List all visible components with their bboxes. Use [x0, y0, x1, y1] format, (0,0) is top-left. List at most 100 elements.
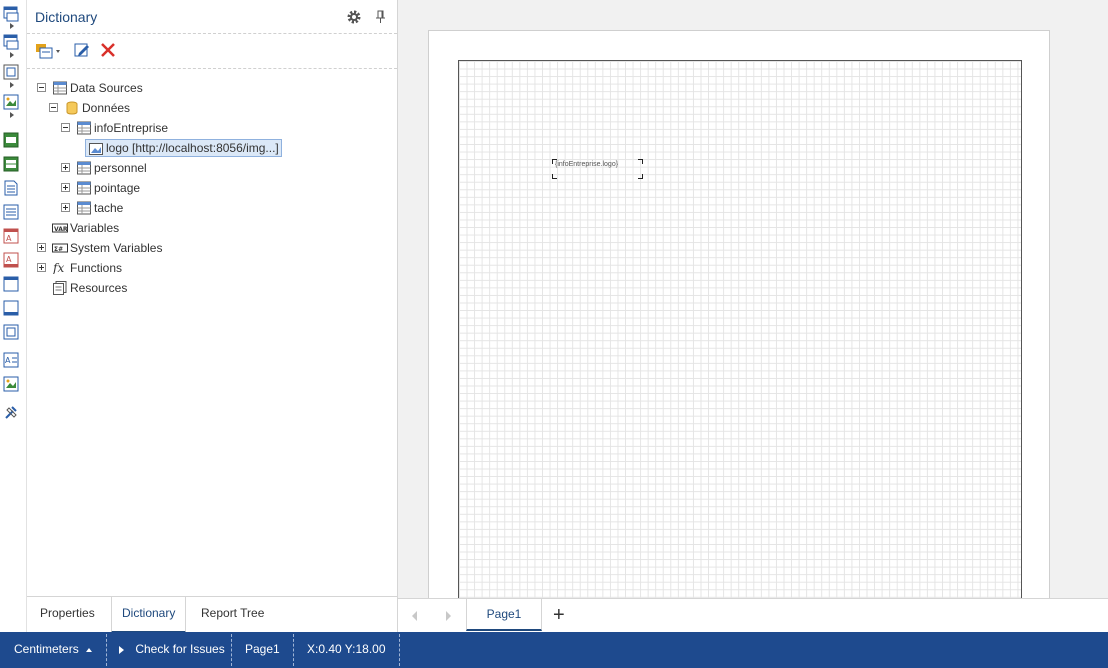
check-issues-button[interactable]: Check for Issues [119, 632, 225, 668]
tree-label: Resources [70, 281, 128, 295]
tree-label: personnel [94, 161, 147, 175]
collapse-toggle[interactable] [61, 123, 70, 132]
expand-arrow-icon[interactable] [10, 23, 14, 29]
image-band-icon[interactable] [3, 94, 19, 110]
dictionary-panel: Dictionary Data Sources Données infoEntr… [27, 0, 398, 633]
units-label: Centimeters [14, 642, 79, 656]
rich-text-icon[interactable] [3, 204, 19, 220]
image-component-icon[interactable] [3, 376, 19, 392]
text-component-icon[interactable] [3, 180, 19, 196]
next-page-arrow-icon[interactable] [446, 611, 451, 621]
tree-node-resources[interactable]: Resources [27, 278, 227, 298]
svg-text:A: A [6, 234, 12, 243]
image-column-icon [89, 143, 103, 155]
status-separator [231, 634, 232, 666]
check-issues-label: Check for Issues [135, 642, 225, 656]
expand-toggle[interactable] [61, 163, 70, 172]
tree-node-system-variables[interactable]: Σ# System Variables [27, 238, 227, 258]
panel-icon[interactable] [3, 276, 19, 292]
tree-label: Variables [70, 221, 120, 235]
tools-icon[interactable] [3, 404, 19, 420]
tree-label: Data Sources [70, 81, 143, 95]
function-icon: fx [53, 261, 64, 274]
cross-band-icon[interactable] [3, 64, 19, 80]
expand-toggle[interactable] [37, 243, 46, 252]
status-separator [106, 634, 107, 666]
svg-text:A: A [5, 356, 11, 365]
tree-label-selected: logo [http://localhost:8056/img...] [85, 139, 282, 157]
text-field-icon[interactable]: A [3, 252, 19, 268]
report-designer-canvas[interactable]: {infoEntreprise.logo} [398, 0, 1108, 598]
new-item-dropdown-icon [36, 44, 60, 59]
svg-text:fx: fx [53, 261, 64, 274]
tree-node-logo[interactable]: logo [http://localhost:8056/img...] [85, 138, 282, 158]
status-bar: Centimeters Check for Issues Page1 X:0.4… [0, 632, 1108, 668]
expand-arrow-icon[interactable] [10, 82, 14, 88]
tree-label: Données [82, 101, 131, 115]
cursor-coordinates: X:0.40 Y:18.00 [307, 642, 386, 656]
table-icon [77, 121, 91, 135]
previous-page-arrow-icon[interactable] [412, 611, 417, 621]
new-item-button[interactable] [35, 42, 63, 60]
page-grid[interactable]: {infoEntreprise.logo} [458, 60, 1022, 598]
system-variable-icon: Σ# [52, 243, 68, 253]
tree-node-personnel[interactable]: personnel [27, 158, 227, 178]
data-sources-icon [53, 81, 67, 95]
expand-toggle[interactable] [37, 263, 46, 272]
add-page-button[interactable]: + [553, 605, 565, 625]
collapse-toggle[interactable] [49, 103, 58, 112]
label-icon[interactable]: A [3, 352, 19, 368]
panel-tabs: Properties Dictionary Report Tree [27, 596, 397, 633]
delete-button[interactable] [100, 42, 118, 60]
collapse-toggle[interactable] [37, 83, 46, 92]
table-band-icon[interactable] [3, 156, 19, 172]
pin-icon[interactable] [374, 9, 388, 25]
tree-node-variables[interactable]: VAR Variables [27, 218, 227, 238]
text-box-icon[interactable]: A [3, 228, 19, 244]
expand-arrow-icon[interactable] [10, 112, 14, 118]
database-icon [66, 101, 78, 115]
gear-icon[interactable] [346, 9, 362, 25]
tree-label: tache [94, 201, 124, 215]
svg-text:VAR: VAR [54, 226, 68, 233]
tab-report-tree[interactable]: Report Tree [191, 597, 274, 633]
delete-icon [101, 43, 115, 57]
play-arrow-icon [119, 645, 124, 654]
expand-arrow-icon[interactable] [10, 52, 14, 58]
edit-icon [74, 43, 89, 57]
header-band-icon[interactable] [3, 34, 19, 50]
selection-corner [552, 174, 557, 179]
tree-node-tache[interactable]: tache [27, 198, 227, 218]
tab-page1[interactable]: Page1 [466, 599, 542, 631]
tab-properties[interactable]: Properties [30, 597, 105, 633]
container-icon[interactable] [3, 300, 19, 316]
tree-label: pointage [94, 181, 141, 195]
expand-toggle[interactable] [61, 203, 70, 212]
status-separator [293, 634, 294, 666]
report-title-band-icon[interactable] [3, 6, 19, 22]
selection-corner [638, 174, 643, 179]
tab-dictionary[interactable]: Dictionary [111, 597, 187, 633]
selection-corner [638, 159, 643, 164]
dictionary-tree: Data Sources Données infoEntreprise logo… [27, 70, 397, 595]
image-component[interactable]: {infoEntreprise.logo} [552, 159, 643, 179]
table-icon [77, 161, 91, 175]
units-dropdown[interactable]: Centimeters [14, 632, 93, 668]
tree-label: infoEntreprise [94, 121, 169, 135]
sub-report-icon[interactable] [3, 324, 19, 340]
data-band-icon[interactable] [3, 132, 19, 148]
tree-node-info-entreprise[interactable]: infoEntreprise [27, 118, 227, 138]
edit-button[interactable] [74, 42, 92, 60]
table-icon [77, 201, 91, 215]
expand-toggle[interactable] [61, 183, 70, 192]
dictionary-header: Dictionary [27, 0, 397, 34]
report-page: {infoEntreprise.logo} [428, 30, 1050, 598]
tree-node-functions[interactable]: fx Functions [27, 258, 227, 278]
variable-icon: VAR [52, 223, 68, 233]
svg-text:A: A [6, 255, 12, 264]
component-expression: {infoEntreprise.logo} [555, 161, 619, 168]
tree-node-pointage[interactable]: pointage [27, 178, 227, 198]
component-toolbox: A A A [0, 0, 27, 632]
tree-node-data-sources[interactable]: Data Sources [27, 78, 227, 98]
tree-node-donnees[interactable]: Données [27, 98, 227, 118]
